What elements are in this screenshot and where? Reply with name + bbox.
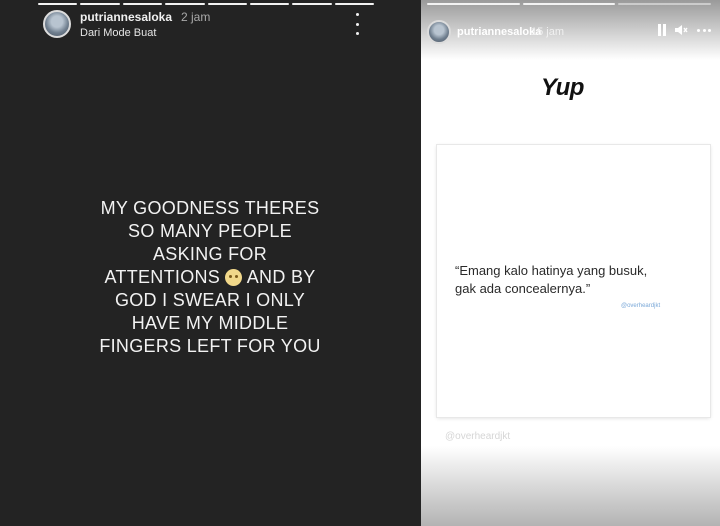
left-story[interactable]: putriannesaloka 2 jam Dari Mode Buat MY … [0, 0, 421, 526]
story-headline: Yup [541, 74, 584, 101]
volume-icon[interactable] [674, 23, 688, 37]
face-emoji-icon [225, 269, 243, 286]
footer-shade [421, 446, 720, 526]
story-line: GOD I SWEAR I ONLY [114, 290, 306, 310]
story-line: HAVE MY MIDDLE [131, 313, 289, 333]
progress-segment [80, 3, 120, 5]
story-progress-bar [427, 3, 712, 5]
progress-segment [165, 3, 205, 5]
progress-segment [427, 3, 520, 5]
story-progress-bar [38, 3, 374, 5]
story-subtitle: Dari Mode Buat [80, 27, 157, 39]
quote-line: gak ada concealernya.” [455, 281, 591, 296]
right-story[interactable]: putriannesaloka 15 jam Yup “Emang kalo h… [421, 0, 720, 526]
avatar[interactable] [427, 20, 451, 44]
quote-text: “Emang kalo hatinya yang busuk, gak ada … [455, 262, 695, 298]
more-options-icon[interactable] [352, 13, 362, 35]
story-word: AND BY [246, 267, 316, 287]
progress-segment [334, 3, 374, 5]
username[interactable]: putriannesaloka [457, 26, 541, 38]
story-text: MY GOODNESS THERES SO MANY PEOPLE ASKING… [60, 197, 360, 358]
quote-line: “Emang kalo hatinya yang busuk, [455, 263, 648, 278]
story-line: MY GOODNESS THERES [100, 198, 320, 218]
story-line: ATTENTIONS AND BY [60, 266, 360, 289]
progress-segment [249, 3, 290, 5]
progress-segment [292, 3, 332, 5]
quote-card: “Emang kalo hatinya yang busuk, gak ada … [437, 145, 710, 417]
story-line: FINGERS LEFT FOR YOU [99, 336, 321, 356]
progress-segment [207, 3, 247, 5]
more-icon[interactable] [697, 29, 711, 32]
progress-segment [38, 3, 78, 5]
progress-segment [522, 3, 616, 5]
pause-icon[interactable] [658, 24, 666, 36]
story-line: SO MANY PEOPLE [128, 221, 292, 241]
progress-segment [618, 3, 712, 5]
username[interactable]: putriannesaloka [80, 10, 172, 24]
post-time: 15 jam [531, 26, 565, 38]
footer-handle[interactable]: @overheardjkt [445, 431, 510, 442]
avatar[interactable] [43, 10, 71, 38]
story-line: ASKING FOR [152, 244, 267, 264]
story-word: ATTENTIONS [104, 267, 221, 287]
post-time: 2 jam [181, 10, 211, 24]
progress-segment [122, 3, 163, 5]
card-handle: @overheardjkt [621, 303, 661, 309]
